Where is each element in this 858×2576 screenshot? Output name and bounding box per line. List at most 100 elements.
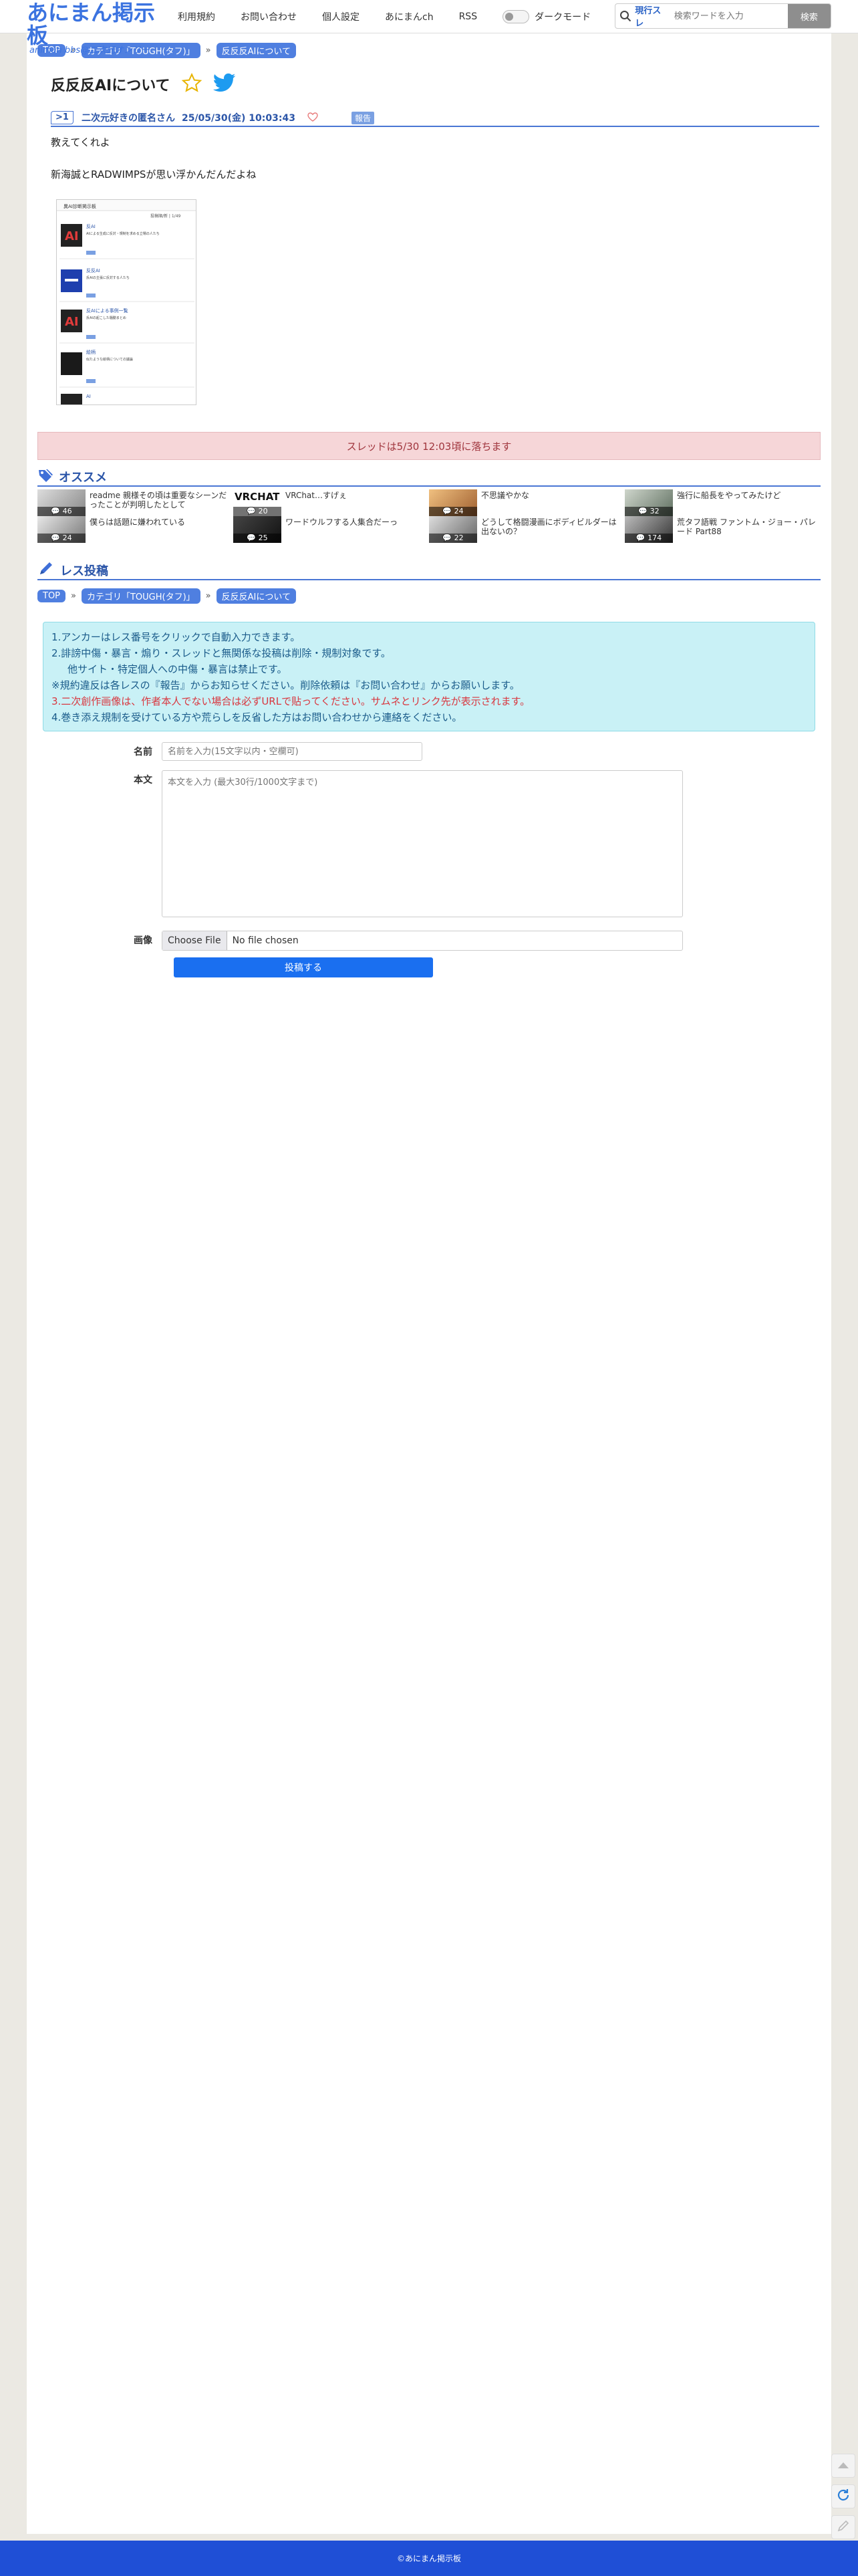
post-line: 教えてくれよ <box>51 136 110 148</box>
submit-post-button[interactable]: 投稿する <box>174 957 433 977</box>
breadcrumb-thread[interactable]: 反反反AIについて <box>216 42 296 58</box>
dark-mode-switch[interactable] <box>503 10 530 23</box>
post-form-section: レス投稿 TOP » カテゴリ「TOUGH(タフ)」 » 反反反AIについて 1… <box>37 562 821 977</box>
name-label: 名前 <box>134 747 152 757</box>
recommend-item-title: どうして格闘漫画にボディビルダーは出ないの？ <box>481 517 617 536</box>
recommend-list: 💬 46 readme 親様その頃は重要なシーンだったことが判明したとして VR… <box>37 489 821 543</box>
thumb-entry-title: AI <box>86 394 91 399</box>
comment-count: 💬 25 <box>233 534 281 543</box>
site-logo[interactable]: あにまん掲示板 animan bbs@二次元オンリー <box>27 1 167 55</box>
recommend-thumbnail: VRCHAT 💬 20 <box>233 489 281 516</box>
thumb-entry-title: 反AIによる事例一覧 <box>86 308 128 314</box>
rule-line: 2.誹謗中傷・暴言・煽り・スレッドと無関係な投稿は削除・規制対象です。 <box>51 647 391 659</box>
reload-button[interactable] <box>831 2484 855 2508</box>
comment-count: 💬 22 <box>429 534 477 543</box>
thumb-entry-title: 絵柄 <box>86 349 96 355</box>
recommend-item[interactable]: 💬 24 不思議やかな <box>429 489 625 516</box>
image-file-input[interactable]: Choose File No file chosen <box>162 931 683 951</box>
rule-line: 1.アンカーはレス番号をクリックで自動入力できます。 <box>51 631 301 643</box>
post-number[interactable]: >1 <box>51 111 74 124</box>
comment-count: 💬 24 <box>37 534 86 543</box>
footer: ©あにまん掲示板 <box>0 2541 858 2576</box>
nav-contact[interactable]: お問い合わせ <box>241 10 297 23</box>
thumb-sub: 投稿順/新 | 1/49 <box>150 213 181 219</box>
tag-icon <box>37 468 53 485</box>
thread-fall-notice: スレッドは5/30 12:03頃に落ちます <box>37 432 821 460</box>
post-line: 新海誠とRADWIMPSが思い浮かんだんだよね <box>51 168 257 181</box>
name-row: 名前 <box>37 742 821 761</box>
post-body: 教えてくれよ 新海誠とRADWIMPSが思い浮かんだんだよね <box>51 135 821 182</box>
recommend-item[interactable]: 💬 22 どうして格闘漫画にボディビルダーは出ないの？ <box>429 516 625 543</box>
recommend-item[interactable]: 💬 174 荒タフ語戦 ファントム・ジョー・パレード Part88 <box>625 516 821 543</box>
body-label: 本文 <box>134 775 152 786</box>
thumb-entry-text: 反AIの主張に反対する人たち <box>86 275 130 280</box>
nav-animanch[interactable]: あにまんch <box>385 10 434 23</box>
comment-count: 💬 20 <box>233 507 281 516</box>
thumb-entry-text: AIによる生成に反対・規制を求める立場の人たち <box>86 231 160 236</box>
recommend-item-title: 僕らは話題に嫌われている <box>90 517 186 527</box>
main-column: TOP » カテゴリ「TOUGH(タフ)」 » 反反反AIについて 反反反AIに… <box>27 33 831 2534</box>
recommend-item-title: 荒タフ語戦 ファントム・ジョー・パレード Part88 <box>677 517 816 536</box>
recommend-item[interactable]: VRCHAT 💬 20 VRChat…すげぇ <box>233 489 429 516</box>
search-button[interactable]: 検索 <box>787 4 831 28</box>
heart-icon[interactable] <box>307 112 318 124</box>
recommend-item[interactable]: 💬 32 強行に船長をやってみたけど <box>625 489 821 516</box>
dark-mode-toggle[interactable]: ダークモード <box>503 10 591 23</box>
search-icon <box>615 4 635 28</box>
recommend-thumbnail: 💬 25 <box>233 516 281 543</box>
pencil-icon <box>37 561 55 580</box>
post-header: >1 二次元好きの匿名さん 25/05/30(金) 10:03:43 報告 <box>51 110 819 127</box>
favorite-star-icon[interactable] <box>181 72 202 96</box>
svg-text:AI: AI <box>65 229 79 243</box>
rule-line: 4.巻き添え規制を受けている方や荒らしを反省した方はお問い合わせから連絡をくださ… <box>51 711 462 723</box>
search-input[interactable] <box>674 6 788 26</box>
write-button[interactable] <box>831 2515 855 2539</box>
thumb-header: 異AI診断掲示板 <box>63 203 96 209</box>
choose-file-button[interactable]: Choose File <box>162 931 227 950</box>
svg-text:AI: AI <box>65 315 79 329</box>
post-image-thumbnail[interactable]: 異AI診断掲示板 投稿順/新 | 1/49 AI 反AI AIによる生成に反対・… <box>56 199 196 405</box>
recommend-item[interactable]: 💬 25 ワードウルフする人集合だーっ <box>233 516 429 543</box>
breadcrumb-top[interactable]: TOP <box>37 589 66 602</box>
recommend-thumbnail: 💬 32 <box>625 489 673 516</box>
comment-count: 💬 46 <box>37 507 86 516</box>
recommend-item-title: VRChat…すげぇ <box>285 491 347 500</box>
search-box: 現行スレ 検索 <box>615 3 831 29</box>
post-date: 25/05/30(金) 10:03:43 <box>181 113 295 124</box>
copyright-text: ©あにまん掲示板 <box>396 2554 461 2563</box>
body-row: 本文 <box>37 770 821 917</box>
logo-main-text: あにまん掲示板 <box>27 0 156 48</box>
post-form-title: レス投稿 <box>60 564 108 578</box>
report-button[interactable]: 報告 <box>351 111 374 124</box>
post-form-header: レス投稿 <box>37 562 821 580</box>
nav-settings[interactable]: 個人設定 <box>322 10 360 23</box>
top-bar: あにまん掲示板 animan bbs@二次元オンリー 利用規約 お問い合わせ 個… <box>0 0 858 55</box>
rule-line: 他サイト・特定個人への中傷・暴言は禁止です。 <box>67 663 287 675</box>
rule-line: 3.二次創作画像は、作者本人でない場合は必ずURLで貼ってください。サムネとリン… <box>51 695 531 707</box>
thumbnail-graphic: 異AI診断掲示板 投稿順/新 | 1/49 AI 反AI AIによる生成に反対・… <box>57 200 196 404</box>
breadcrumb-category[interactable]: カテゴリ「TOUGH(タフ)」 <box>81 588 200 604</box>
thumb-entry-text: 反AIの起こした騒動まとめ <box>86 316 126 320</box>
thumb-entry-title: 反AI <box>86 223 96 229</box>
scroll-top-button[interactable] <box>831 2454 855 2478</box>
body-textarea[interactable] <box>162 770 683 917</box>
recommend-thumbnail: 💬 24 <box>429 489 477 516</box>
breadcrumb-thread[interactable]: 反反反AIについて <box>216 588 296 604</box>
recommend-item-title: 不思議やかな <box>481 491 530 500</box>
page-title: 反反反AIについて <box>51 78 170 94</box>
comment-count: 💬 24 <box>429 507 477 516</box>
nav-rss[interactable]: RSS <box>459 11 478 22</box>
reload-icon <box>836 2488 851 2505</box>
nav-terms[interactable]: 利用規約 <box>178 10 215 23</box>
pencil-icon <box>837 2519 850 2535</box>
post-author: 二次元好きの匿名さん <box>81 113 175 124</box>
dark-mode-label: ダークモード <box>535 12 591 23</box>
name-field[interactable] <box>162 742 422 761</box>
recommend-item-title: readme 親様その頃は重要なシーンだったことが判明したとして <box>90 491 227 509</box>
rule-line: ※規約違反は各レスの『報告』からお知らせください。削除依頼は『お問い合わせ』から… <box>51 679 520 691</box>
recommend-item[interactable]: 💬 24 僕らは話題に嫌われている <box>37 516 233 543</box>
search-scope-select[interactable]: 現行スレ <box>635 3 669 29</box>
twitter-share-icon[interactable] <box>212 73 236 96</box>
recommend-item[interactable]: 💬 46 readme 親様その頃は重要なシーンだったことが判明したとして <box>37 489 233 516</box>
logo-sub-text: animan bbs@二次元オンリー <box>29 45 150 55</box>
